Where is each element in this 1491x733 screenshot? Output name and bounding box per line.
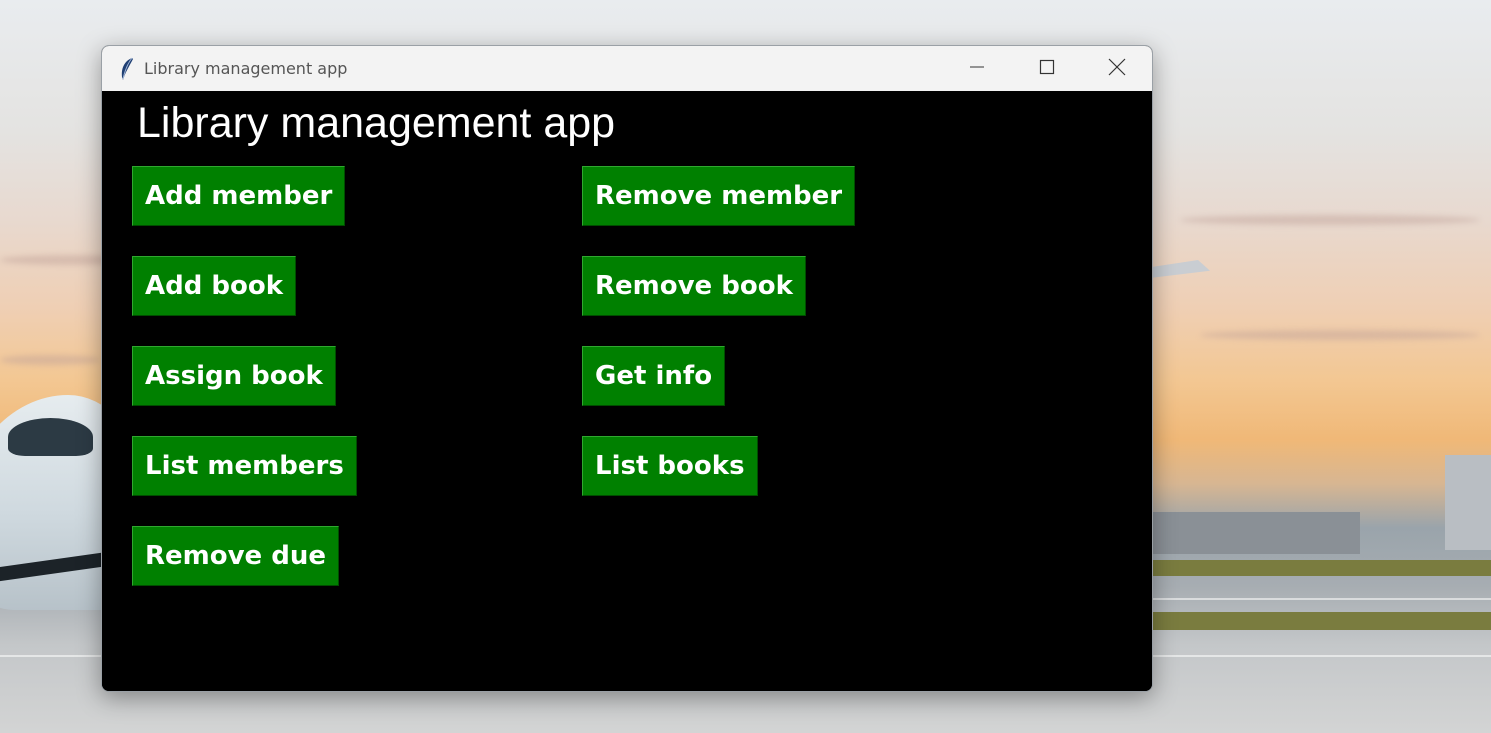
page-title: Library management app	[137, 99, 616, 147]
wallpaper-grass	[1150, 612, 1491, 630]
minimize-icon	[969, 59, 985, 79]
wallpaper-hangar	[1150, 512, 1360, 554]
remove-book-button[interactable]: Remove book	[582, 256, 806, 316]
wallpaper-cloud	[1200, 330, 1480, 340]
app-content: Library management app Add member Remove…	[102, 91, 1152, 691]
app-window: Library management app Library managemen…	[101, 45, 1153, 692]
maximize-icon	[1039, 59, 1055, 79]
close-icon	[1108, 58, 1126, 80]
window-controls	[942, 46, 1152, 91]
wallpaper-cloud	[0, 355, 100, 365]
wallpaper-grass	[1150, 560, 1491, 576]
add-book-button[interactable]: Add book	[132, 256, 297, 316]
wallpaper-cloud	[1180, 215, 1480, 225]
desktop-wallpaper: Library management app Library managemen…	[0, 0, 1491, 733]
get-info-button[interactable]: Get info	[582, 346, 726, 406]
maximize-button[interactable]	[1012, 46, 1082, 91]
wallpaper-jet-window	[8, 418, 93, 456]
list-members-button[interactable]: List members	[132, 436, 357, 496]
window-titlebar[interactable]: Library management app	[102, 46, 1152, 91]
feather-icon	[116, 56, 138, 82]
wallpaper-wing-tip	[1150, 260, 1210, 278]
remove-member-button[interactable]: Remove member	[582, 166, 856, 226]
add-member-button[interactable]: Add member	[132, 166, 346, 226]
window-title: Library management app	[144, 59, 348, 78]
list-books-button[interactable]: List books	[582, 436, 758, 496]
assign-book-button[interactable]: Assign book	[132, 346, 336, 406]
wallpaper-tower	[1445, 455, 1491, 550]
close-button[interactable]	[1082, 46, 1152, 91]
remove-due-button[interactable]: Remove due	[132, 526, 339, 586]
minimize-button[interactable]	[942, 46, 1012, 91]
